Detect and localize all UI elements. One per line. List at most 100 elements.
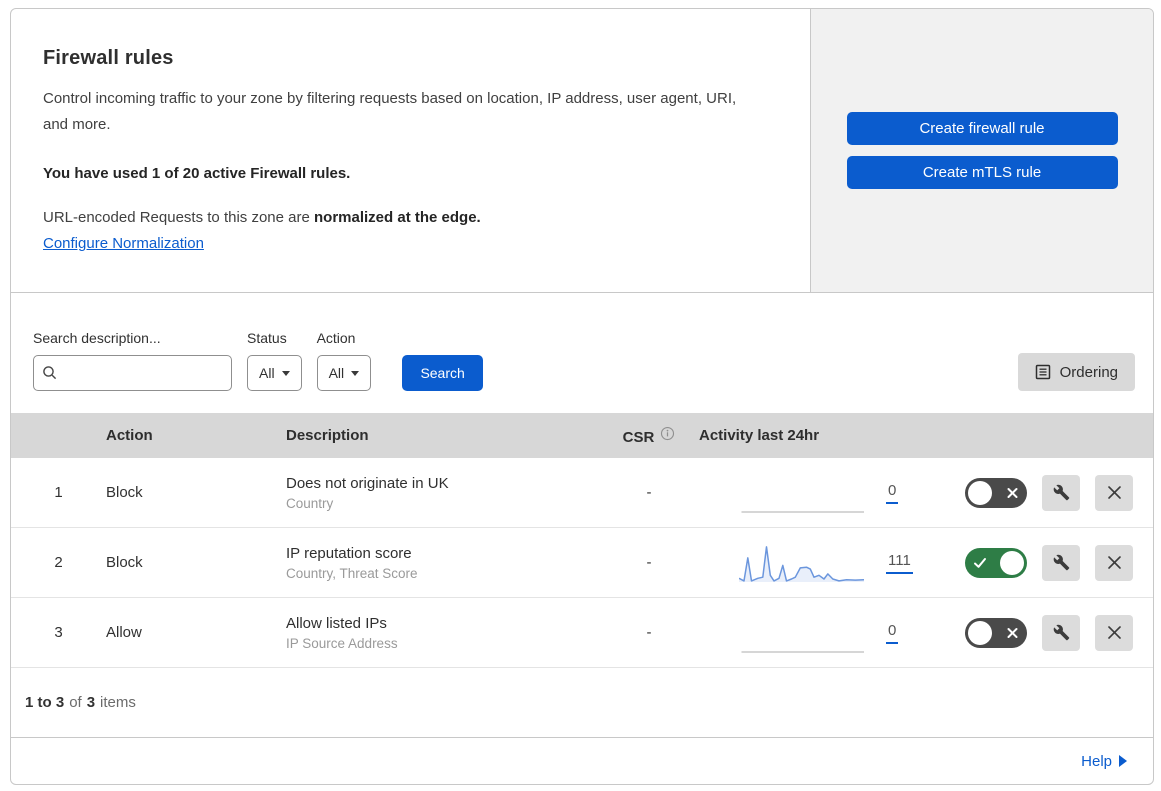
items-label: items (100, 694, 136, 711)
help-link[interactable]: Help (1081, 753, 1127, 770)
rule-description: Allow listed IPs IP Source Address (286, 615, 599, 651)
rule-controls (949, 544, 1153, 581)
rule-activity: 0 (699, 612, 949, 654)
edit-rule-button[interactable] (1042, 544, 1080, 581)
normalization-bold: normalized at the edge. (314, 208, 481, 226)
rule-priority: 3 (54, 624, 63, 641)
cta-panel: Create firewall rule Create mTLS rule (810, 9, 1153, 292)
rule-priority: 1 (54, 484, 63, 501)
column-csr: CSR (599, 426, 699, 446)
search-box[interactable] (33, 355, 232, 391)
activity-sparkline (741, 650, 864, 653)
rule-description-title: IP reputation score (286, 544, 412, 562)
rule-action: Block (106, 554, 143, 571)
of-label: of (69, 694, 82, 711)
edit-rule-button[interactable] (1042, 614, 1080, 651)
filter-bar: Search description... Status All Action … (11, 293, 1153, 413)
table-row: 3 Allow Allow listed IPs IP Source Addre… (11, 598, 1153, 668)
help-label: Help (1081, 752, 1112, 770)
page-title: Firewall rules (43, 47, 174, 69)
create-firewall-rule-button[interactable]: Create firewall rule (846, 112, 1118, 145)
delete-rule-button[interactable] (1095, 614, 1133, 651)
close-icon (1107, 485, 1122, 500)
status-filter-group: Status All (247, 330, 302, 391)
rule-toggle[interactable] (965, 617, 1027, 648)
header-info: Firewall rules Control incoming traffic … (11, 9, 810, 292)
action-dropdown[interactable]: All (316, 355, 372, 391)
pagination-summary: 1 to 3 of 3 items (11, 668, 1153, 738)
rule-description: Does not originate in UK Country (286, 475, 599, 511)
range-label: 1 to 3 (25, 694, 65, 711)
page-description: Control incoming traffic to your zone by… (43, 90, 737, 134)
search-group: Search description... (33, 330, 232, 391)
rule-activity: 111 (699, 542, 949, 584)
chevron-down-icon (351, 370, 360, 376)
column-activity: Activity last 24hr (699, 427, 820, 444)
search-button[interactable]: Search (402, 355, 484, 391)
rule-priority: 2 (54, 554, 63, 571)
toggle-knob (1000, 550, 1024, 575)
activity-count-link[interactable]: 0 (886, 622, 899, 644)
status-dropdown-value: All (259, 365, 275, 381)
x-icon (1007, 627, 1018, 638)
search-label: Search description... (33, 330, 161, 346)
rule-description-title: Allow listed IPs (286, 614, 387, 632)
ordering-button[interactable]: Ordering (1017, 353, 1135, 391)
info-icon[interactable] (660, 426, 675, 445)
rule-action: Block (106, 484, 143, 501)
delete-rule-button[interactable] (1095, 474, 1133, 511)
status-label: Status (247, 330, 287, 346)
status-dropdown[interactable]: All (247, 355, 302, 391)
header-section: Firewall rules Control incoming traffic … (11, 9, 1153, 293)
normalization-text: URL-encoded Requests to this zone are (43, 208, 310, 226)
rule-controls (949, 614, 1153, 651)
close-icon (1107, 625, 1122, 640)
toggle-knob (968, 480, 992, 505)
delete-rule-button[interactable] (1095, 544, 1133, 581)
usage-notice: You have used 1 of 20 active Firewall ru… (43, 164, 351, 182)
rule-csr-value: - (646, 484, 652, 501)
table-header: Action Description CSR Activity last 24h… (11, 413, 1153, 458)
configure-normalization-link[interactable]: Configure Normalization (43, 235, 204, 252)
rule-fields: Country, Threat Score (286, 565, 418, 581)
rule-toggle[interactable] (965, 547, 1027, 578)
wrench-icon (1053, 554, 1070, 571)
wrench-icon (1053, 624, 1070, 641)
rule-description: IP reputation score Country, Threat Scor… (286, 545, 599, 581)
activity-count-link[interactable]: 111 (886, 552, 913, 574)
create-mtls-rule-button[interactable]: Create mTLS rule (846, 156, 1118, 189)
total-label: 3 (86, 694, 96, 711)
check-icon (973, 556, 987, 569)
x-icon (1007, 487, 1018, 498)
help-bar: Help (11, 738, 1153, 784)
firewall-rules-panel: Firewall rules Control incoming traffic … (10, 8, 1154, 785)
rule-csr-value: - (646, 624, 652, 641)
activity-sparkline (739, 545, 864, 582)
edit-rule-button[interactable] (1042, 474, 1080, 511)
column-description: Description (286, 427, 369, 444)
activity-count-link[interactable]: 0 (886, 482, 899, 504)
rule-description-title: Does not originate in UK (286, 474, 449, 492)
rule-activity: 0 (699, 472, 949, 514)
wrench-icon (1053, 484, 1070, 501)
activity-sparkline (741, 510, 864, 513)
column-csr-label: CSR (622, 428, 655, 446)
normalization-notice: URL-encoded Requests to this zone are no… (43, 209, 770, 226)
ordering-button-label: Ordering (1059, 363, 1118, 381)
column-action: Action (106, 427, 153, 444)
search-input[interactable] (64, 365, 223, 381)
rule-fields: Country (286, 495, 334, 511)
rule-fields: IP Source Address (286, 635, 398, 651)
arrow-right-icon (1119, 755, 1127, 767)
close-icon (1107, 555, 1122, 570)
action-dropdown-value: All (328, 365, 345, 381)
list-icon (1035, 364, 1051, 380)
rule-toggle[interactable] (965, 477, 1027, 508)
action-filter-group: Action All (316, 330, 372, 391)
chevron-down-icon (281, 370, 290, 376)
toggle-knob (968, 620, 992, 645)
rule-action: Allow (106, 624, 142, 641)
action-label: Action (316, 330, 356, 346)
table-row: 2 Block IP reputation score Country, Thr… (11, 528, 1153, 598)
rule-controls (949, 474, 1153, 511)
